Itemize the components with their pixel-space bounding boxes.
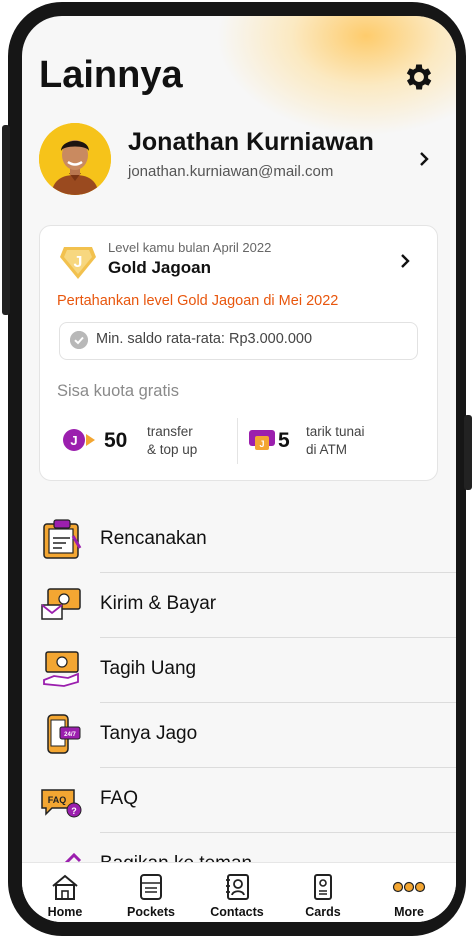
svg-text:J: J (70, 433, 77, 448)
transfer-quota-label: transfer & top up (147, 424, 198, 457)
quota-divider (237, 418, 238, 464)
side-button (2, 125, 10, 315)
tab-contacts[interactable]: Contacts (194, 863, 280, 922)
keep-level-text: Pertahankan level Gold Jagoan di Mei 202… (57, 293, 339, 309)
svg-text:J: J (259, 439, 264, 449)
avatar[interactable] (39, 123, 111, 195)
level-name: Gold Jagoan (108, 258, 211, 277)
tab-home[interactable]: Home (22, 863, 108, 922)
level-period-label: Level kamu bulan April 2022 (108, 240, 272, 255)
transfer-quota-icon: J (63, 429, 95, 451)
chat-support-icon: 24/7 (47, 714, 81, 754)
menu-label: Rencanakan (100, 528, 207, 549)
cards-icon (314, 874, 332, 900)
side-button (464, 415, 472, 490)
tab-pockets[interactable]: Pockets (108, 863, 194, 922)
svg-text:?: ? (71, 806, 77, 816)
faq-icon: FAQ ? (41, 789, 82, 818)
pockets-icon (140, 874, 162, 900)
svg-text:FAQ: FAQ (48, 795, 67, 805)
menu-item-kirim-bayar[interactable]: Kirim & Bayar (22, 571, 456, 636)
gear-icon[interactable] (402, 60, 436, 94)
profile-name: Jonathan Kurniawan (128, 128, 374, 156)
menu-item-tagih-uang[interactable]: Tagih Uang (22, 636, 456, 701)
min-balance-text: Min. saldo rata-rata: Rp3.000.000 (96, 331, 313, 347)
planner-icon (43, 519, 82, 559)
atm-quota-label: tarik tunai di ATM (306, 424, 365, 457)
badge-letter: J (74, 254, 83, 271)
bottom-tab-bar: Home Pockets Contacts Cards More (22, 862, 456, 922)
app-screen: Lainnya Jonathan Kurniawan jonathan.kurn… (22, 16, 456, 922)
menu-item-tanya-jago[interactable]: 24/7 Tanya Jago (22, 701, 456, 766)
menu-label: Kirim & Bayar (100, 593, 217, 614)
atm-icon: J (249, 430, 275, 450)
menu-item-rencanakan[interactable]: Rencanakan (22, 506, 456, 571)
quota-title: Sisa kuota gratis (57, 382, 179, 400)
page-title: Lainnya (39, 54, 183, 96)
gold-badge-icon: J (60, 247, 96, 279)
more-icon (392, 881, 426, 893)
check-circle-icon (70, 331, 88, 349)
home-icon (52, 874, 78, 900)
menu-item-faq[interactable]: FAQ ? FAQ (22, 766, 456, 831)
tab-cards[interactable]: Cards (280, 863, 366, 922)
request-money-icon (43, 651, 79, 687)
menu-label: Tanya Jago (100, 723, 198, 744)
atm-quota-value: 5 (278, 429, 290, 452)
send-money-icon (41, 588, 81, 620)
profile-email: jonathan.kurniawan@mail.com (128, 163, 334, 180)
chevron-right-icon[interactable] (398, 254, 412, 268)
menu-label: FAQ (100, 788, 139, 809)
menu-label: Tagih Uang (100, 658, 197, 679)
contacts-icon (226, 874, 249, 900)
chevron-right-icon[interactable] (417, 152, 431, 166)
transfer-quota-value: 50 (104, 429, 128, 452)
tab-more[interactable]: More (366, 863, 452, 922)
svg-text:24/7: 24/7 (64, 732, 76, 738)
